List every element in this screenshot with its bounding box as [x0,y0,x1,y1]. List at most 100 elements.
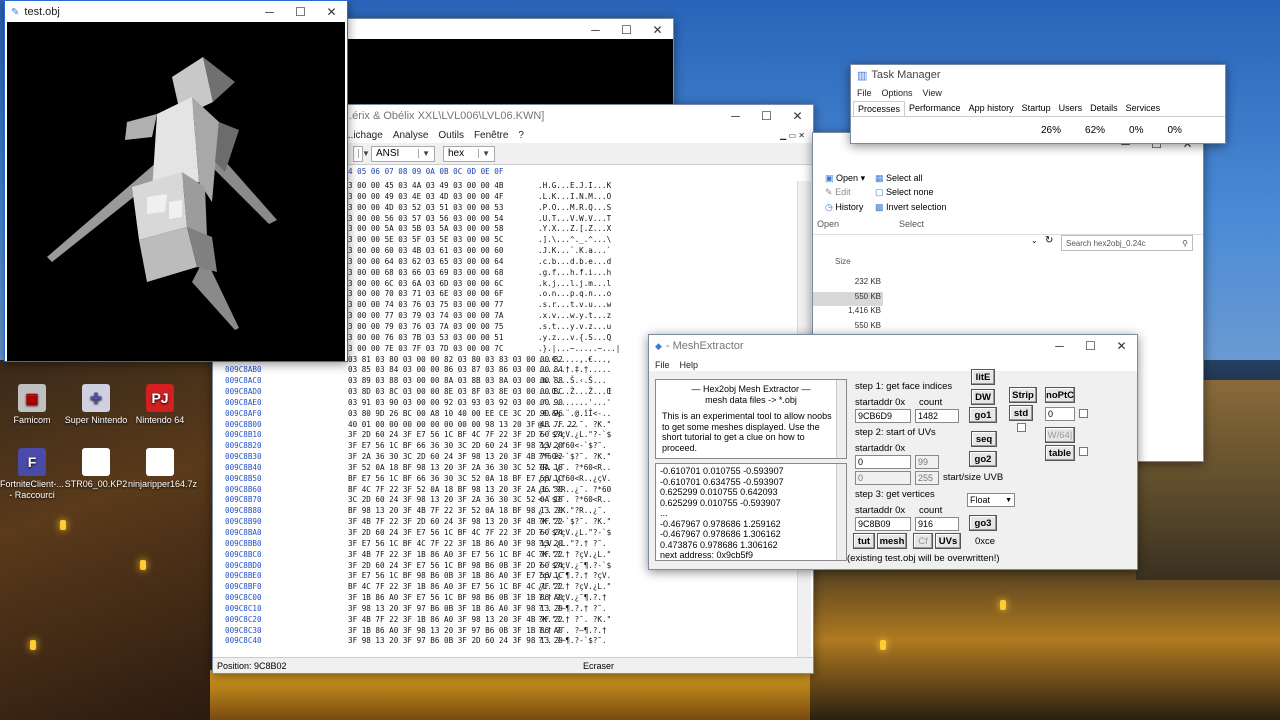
uvb-size-input[interactable]: 255 [915,471,939,485]
uvb-start-input[interactable]: 0 [855,471,911,485]
hex-row[interactable]: 009C8C40 3F 98 13 20 3F 97 B6 0B 3F 2D 60… [213,636,813,647]
task-manager-titlebar[interactable]: ▥ Task Manager [851,65,1225,85]
menu-fenetre[interactable]: Fenêtre [474,130,508,141]
maximize-icon[interactable]: ☐ [751,105,782,127]
menu-outils[interactable]: Outils [438,130,464,141]
tut-button[interactable]: tut [853,533,875,549]
tab-app-history[interactable]: App history [965,101,1018,116]
hex-row[interactable]: 009C8C10 3F 98 13 20 3F 97 B6 0B 3F 1B 86… [213,604,813,615]
console-window[interactable]: ─ ☐ ✕ [344,18,674,118]
maximize-icon[interactable]: ☐ [611,19,642,41]
desktop-icon-ninjaripper[interactable]: ninjaripper164.7z [128,448,197,490]
close-icon[interactable]: ✕ [316,1,347,23]
noptc-input[interactable]: 0 [1045,407,1075,421]
table-button[interactable]: table [1045,445,1075,461]
noptc-button[interactable]: noPtC [1045,387,1075,403]
std-button[interactable]: std [1009,405,1033,421]
mode-select[interactable]: hex ▼ [443,145,495,162]
search-input[interactable]: Search hex2obj_0.24c ⚲ [1061,235,1193,251]
refresh-icon[interactable]: ↻ [1045,235,1053,246]
lite-button[interactable]: litE [971,369,995,385]
close-icon[interactable]: ✕ [782,105,813,127]
menu-options[interactable]: Options [882,88,913,98]
hex-row[interactable]: 009C8C00 3F 1B 86 A0 3F E7 56 1C BF 98 B6… [213,593,813,604]
step1-startaddr-input[interactable]: 9CB6D9 [855,409,911,423]
tab-services[interactable]: Services [1122,101,1165,116]
hex-bytes: 3F 4B 7F 22 3F 2D 60 24 3F 98 13 20 3F 4… [348,517,563,527]
hex-row[interactable]: 009C8C30 3F 1B 86 A0 3F 98 13 20 3F 97 B6… [213,626,813,637]
menu-help[interactable]: ? [518,130,524,141]
wf64-button[interactable]: W/64| [1045,427,1075,443]
obj-viewer-window[interactable]: ✎ test.obj ─ ☐ ✕ [4,0,348,362]
menu-file[interactable]: File [857,88,872,98]
desktop-icon-str06[interactable]: STR06_00.KP2 [64,448,128,490]
desktop-icon-super-nintendo[interactable]: ✚ Super Nintendo [64,384,128,426]
select-all-button[interactable]: ▦ Select all [875,173,923,184]
hex-row[interactable]: 009C8BE0 3F E7 56 1C BF 98 B6 0B 3F 1B 86… [213,571,813,582]
desktop-icon-nintendo-64[interactable]: PJ Nintendo 64 [128,384,192,426]
uvs-button[interactable]: UVs [935,533,961,549]
strip-button[interactable]: Strip [1009,387,1037,403]
obj-viewer-title: test.obj [24,6,60,18]
hex-row[interactable]: 009C8C20 3F 4B 7F 22 3F 1B 86 A0 3F 98 13… [213,615,813,626]
mdi-buttons[interactable]: ▁ ▭ ✕ [780,131,813,140]
seq-button[interactable]: seq [971,431,997,447]
tab-details[interactable]: Details [1086,101,1122,116]
minimize-icon[interactable]: ─ [254,1,285,23]
mesh-button[interactable]: mesh [877,533,907,549]
mesh-extractor-window[interactable]: ◆ - MeshExtractor ─ ☐ ✕ File Help — Hex2… [648,334,1138,570]
minimize-icon[interactable]: ─ [1044,335,1075,357]
cf-button[interactable]: Cf [913,533,933,549]
3d-viewport[interactable] [7,22,345,361]
obj-viewer-titlebar[interactable]: ✎ test.obj ─ ☐ ✕ [5,1,347,23]
task-manager-window[interactable]: ▥ Task Manager File Options View Process… [850,64,1226,144]
output-scrollbar[interactable] [836,464,846,560]
select-none-button[interactable]: ▢ Select none [875,187,934,198]
chevron-down-icon[interactable]: ⌄ [1031,236,1038,245]
go3-button[interactable]: go3 [969,515,997,531]
menu-file[interactable]: File [655,360,670,370]
tab-users[interactable]: Users [1055,101,1087,116]
tab-performance[interactable]: Performance [905,101,965,116]
tab-startup[interactable]: Startup [1018,101,1055,116]
desktop-icon-famicom[interactable]: ▣ Famicom [0,384,64,426]
maximize-icon[interactable]: ☐ [285,1,316,23]
open-button[interactable]: ▣ Open ▾ [825,173,865,184]
minimize-icon[interactable]: ─ [720,105,751,127]
maximize-icon[interactable]: ☐ [1075,335,1106,357]
noptc-checkbox[interactable] [1079,409,1088,418]
encoding-select[interactable]: ANSI ▼ [371,145,435,162]
step2-count-input[interactable]: 99 [915,455,939,469]
close-icon[interactable]: ✕ [1106,335,1137,357]
table-checkbox[interactable] [1079,447,1088,456]
step2-startaddr-input[interactable]: 0 [855,455,911,469]
menu-help[interactable]: Help [680,360,699,370]
float-select[interactable]: Float ▼ [967,493,1015,507]
menu-analyse[interactable]: Analyse [393,130,429,141]
column-header-size[interactable]: Size [835,257,851,266]
minimize-icon[interactable]: ─ [580,19,611,41]
invert-selection-button[interactable]: ▩ Invert selection [875,202,947,213]
desktop-icon-fortnite[interactable]: F FortniteClient-... - Raccourci [0,448,64,501]
step1-count-input[interactable]: 1482 [915,409,959,423]
menu-view[interactable]: View [923,88,942,98]
dw-button[interactable]: DW [971,389,995,405]
hex-ascii: .g.f...h.f.i...h [538,267,612,277]
output-log[interactable]: -0.610701 0.010755 -0.593907 -0.610701 0… [655,463,847,561]
hex-row[interactable]: 009C8BF0 BF 4C 7F 22 3F 1B 86 A0 3F E7 56… [213,582,813,593]
tab-processes[interactable]: Processes [853,101,906,116]
go2-button[interactable]: go2 [969,451,997,467]
step3-startaddr-input[interactable]: 9C8B09 [855,517,911,531]
history-button[interactable]: ◷ History [825,202,863,213]
go1-button[interactable]: go1 [969,407,997,423]
menu-affichage[interactable]: ...ichage [345,130,383,141]
hex-addr: 009C8AD0 [225,387,262,397]
std-checkbox[interactable] [1017,423,1026,432]
console-titlebar[interactable]: ─ ☐ ✕ [345,19,673,41]
info-scrollbar[interactable] [836,380,846,458]
toolbar-dropdown-left[interactable]: ▼ [353,145,370,162]
edit-button[interactable]: ✎ Edit [825,187,851,198]
close-icon[interactable]: ✕ [642,19,673,41]
step3-count-input[interactable]: 916 [915,517,959,531]
mesh-extractor-titlebar[interactable]: ◆ - MeshExtractor ─ ☐ ✕ [649,335,1137,357]
